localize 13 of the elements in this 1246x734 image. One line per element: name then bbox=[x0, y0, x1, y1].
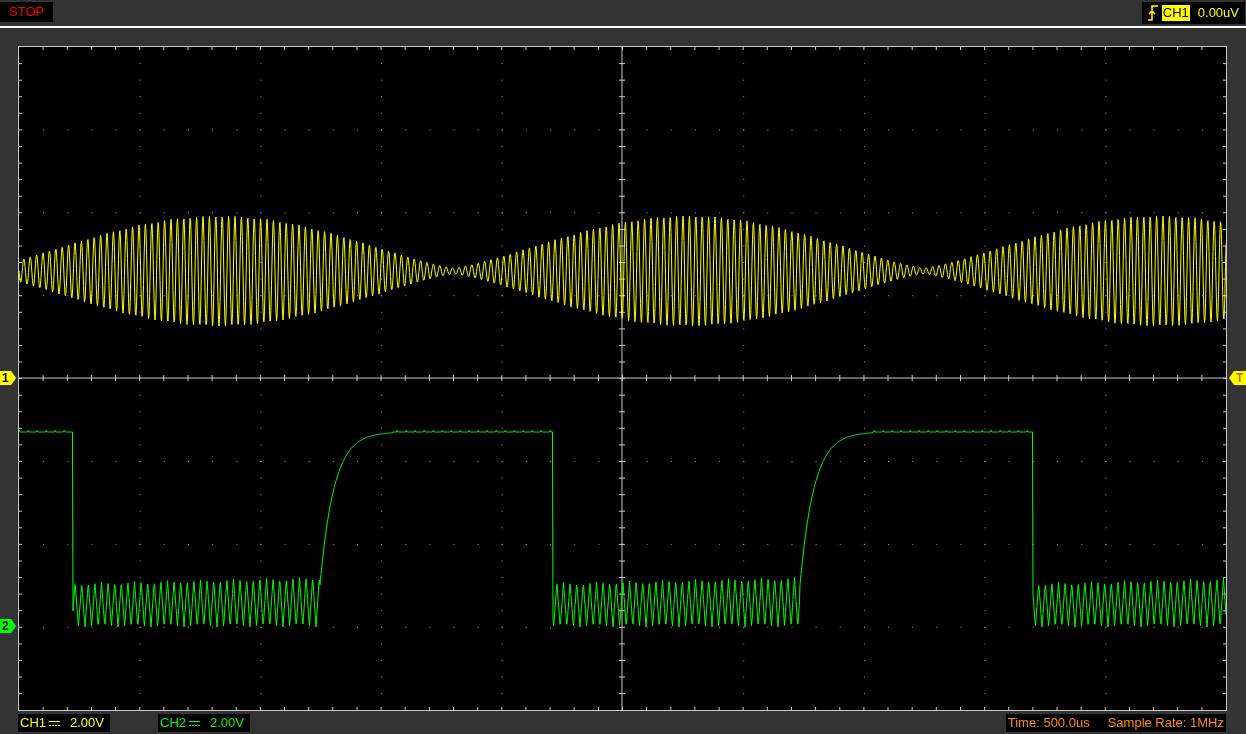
channel-name: CH2 bbox=[160, 714, 186, 733]
channel-marker[interactable]: 1 bbox=[0, 371, 16, 385]
channel-marker[interactable]: 2 bbox=[0, 619, 16, 633]
trigger-source: CH1 bbox=[1161, 5, 1190, 21]
volts-per-division: 2.00V bbox=[210, 714, 244, 733]
trigger-marker[interactable]: T bbox=[1229, 371, 1246, 385]
rising-edge-icon bbox=[1147, 5, 1158, 21]
volts-per-division: 2.00V bbox=[70, 714, 104, 733]
channel-name: CH1 bbox=[20, 714, 46, 733]
timebase: Time: 500.0us bbox=[1007, 714, 1090, 733]
run-state-indicator: STOP bbox=[0, 2, 54, 22]
trigger-level: 0.00uV bbox=[1197, 4, 1239, 23]
sample-rate: Sample Rate: 1MHz bbox=[1107, 714, 1224, 733]
